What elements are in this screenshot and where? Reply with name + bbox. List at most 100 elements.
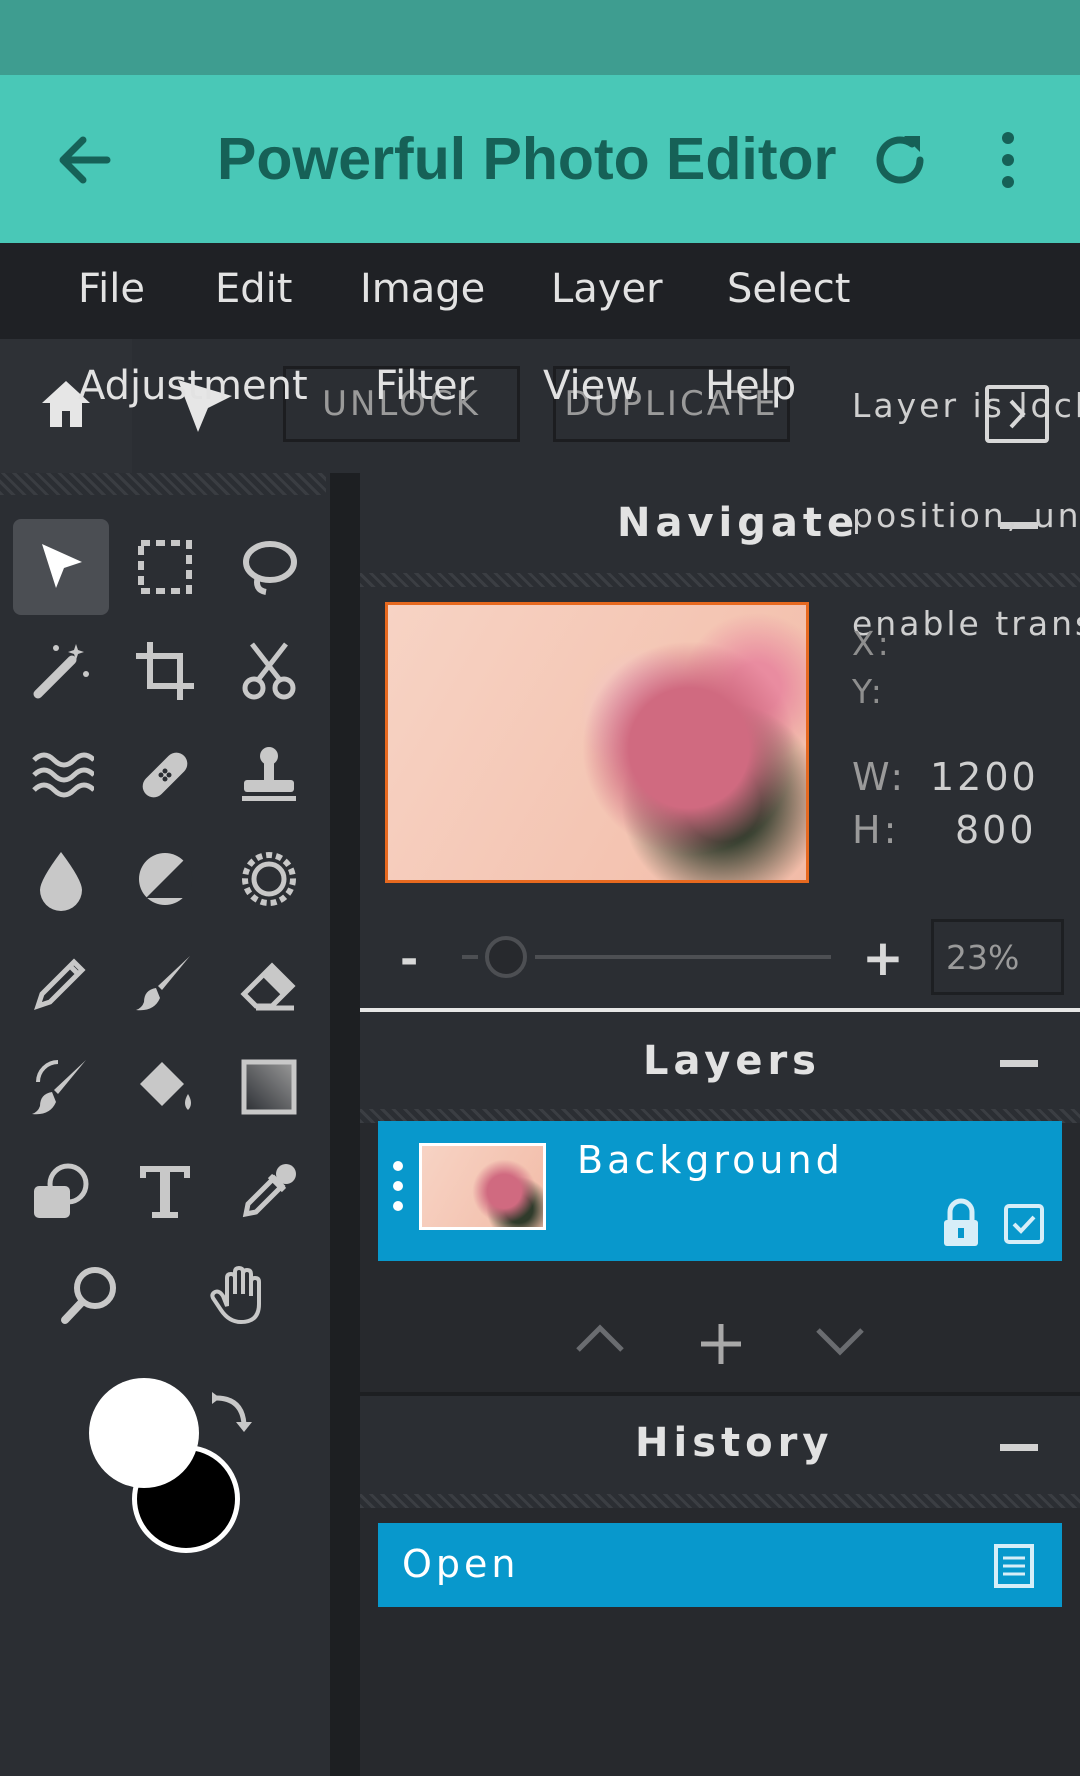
height-label: H: — [852, 808, 900, 852]
menu-adjustment[interactable]: Adjustment — [78, 363, 308, 409]
document-icon — [994, 1544, 1034, 1588]
back-button[interactable] — [45, 120, 125, 200]
zoom-value-field[interactable]: 23% — [931, 919, 1064, 995]
menu-layer[interactable]: Layer — [551, 266, 663, 312]
drag-dots-icon — [393, 1161, 403, 1211]
y-label: Y: — [852, 672, 885, 711]
magic-wand-tool[interactable] — [13, 623, 109, 719]
brush-icon — [136, 956, 190, 1011]
menu-filter[interactable]: Filter — [375, 363, 474, 409]
zoom-slider-knob[interactable] — [485, 936, 527, 978]
plus-icon — [701, 1324, 741, 1364]
dashed-rectangle-icon — [138, 540, 192, 594]
eyedropper-tool[interactable] — [221, 1143, 317, 1239]
chevron-down-icon — [816, 1328, 864, 1356]
waves-icon — [32, 752, 94, 798]
history-title: History — [635, 1420, 834, 1466]
menu-select[interactable]: Select — [727, 266, 850, 312]
layer-locked-message-line2: position, unl — [852, 496, 1080, 535]
healing-tool[interactable] — [117, 727, 213, 823]
eraser-tool[interactable] — [221, 935, 317, 1031]
layer-lock-button[interactable] — [940, 1198, 982, 1248]
tool-panel-handle — [0, 473, 326, 495]
text-tool[interactable] — [117, 1143, 213, 1239]
swap-colors-button[interactable] — [204, 1386, 256, 1438]
brush-tool[interactable] — [117, 935, 213, 1031]
more-vertical-icon — [1002, 132, 1014, 188]
magnifier-icon — [61, 1267, 116, 1324]
history-collapse-button[interactable] — [1000, 1444, 1038, 1451]
pointer-icon — [42, 544, 82, 588]
refresh-icon — [876, 136, 924, 184]
contrast-icon — [139, 853, 193, 905]
refresh-button[interactable] — [860, 120, 940, 200]
magic-wand-icon — [33, 644, 89, 699]
zoom-slider-track[interactable] — [535, 955, 831, 959]
smudge-brush-icon — [32, 1060, 86, 1115]
navigate-hatch — [360, 573, 1080, 587]
checkbox-checked-icon — [1004, 1204, 1044, 1244]
hand-icon — [210, 1265, 261, 1325]
navigator-thumbnail[interactable] — [385, 602, 809, 883]
stamp-icon — [242, 747, 296, 801]
status-bar — [0, 0, 1080, 75]
sun-icon — [242, 852, 296, 906]
layer-drag-handle[interactable] — [391, 1160, 405, 1212]
menu-view[interactable]: View — [543, 363, 638, 409]
history-hatch — [360, 1494, 1080, 1508]
smudge-tool[interactable] — [13, 1039, 109, 1135]
dodge-burn-tool[interactable] — [117, 831, 213, 927]
menu-bar — [0, 243, 1080, 339]
cut-tool[interactable] — [221, 623, 317, 719]
gradient-tool[interactable] — [221, 1039, 317, 1135]
swap-arrows-icon — [212, 1392, 252, 1432]
shapes-icon — [34, 1163, 89, 1218]
zoom-tool[interactable] — [42, 1247, 138, 1343]
blur-tool[interactable] — [13, 831, 109, 927]
lasso-icon — [243, 541, 297, 595]
pencil-tool[interactable] — [13, 935, 109, 1031]
select-tool[interactable] — [13, 519, 109, 615]
eyedropper-icon — [242, 1164, 296, 1218]
bandage-icon — [142, 752, 188, 798]
layer-thumbnail — [419, 1143, 546, 1230]
zoom-slider-left — [462, 955, 478, 959]
pencil-icon — [34, 958, 86, 1010]
move-layer-down-button[interactable] — [812, 1322, 868, 1362]
history-item-label: Open — [402, 1542, 520, 1586]
zoom-out-button[interactable]: - — [400, 934, 418, 985]
hand-tool[interactable] — [192, 1247, 288, 1343]
menu-edit[interactable]: Edit — [215, 266, 292, 312]
paint-bucket-tool[interactable] — [117, 1039, 213, 1135]
height-value: 800 — [955, 808, 1037, 852]
clone-stamp-tool[interactable] — [221, 727, 317, 823]
chevron-right-icon — [1009, 399, 1026, 429]
brightness-tool[interactable] — [221, 831, 317, 927]
expand-panel-button[interactable] — [985, 385, 1049, 443]
lock-icon — [944, 1198, 978, 1246]
history-document-icon-wrap — [993, 1543, 1035, 1589]
layers-collapse-button[interactable] — [1000, 1060, 1038, 1067]
text-icon — [140, 1166, 190, 1218]
lasso-tool[interactable] — [221, 519, 317, 615]
layers-title: Layers — [643, 1038, 821, 1084]
drop-icon — [40, 852, 82, 911]
liquify-tool[interactable] — [13, 727, 109, 823]
foreground-color-swatch[interactable] — [89, 1378, 199, 1488]
panel-divider[interactable] — [330, 473, 360, 1776]
more-options-button[interactable] — [968, 120, 1048, 200]
zoom-in-button[interactable]: + — [862, 929, 904, 987]
chevron-up-icon — [576, 1324, 624, 1352]
paint-bucket-icon — [140, 1062, 191, 1110]
crop-tool[interactable] — [117, 623, 213, 719]
layer-visibility-checkbox[interactable] — [1003, 1203, 1045, 1245]
menu-help[interactable]: Help — [705, 363, 796, 409]
move-layer-up-button[interactable] — [572, 1318, 628, 1358]
shape-tool[interactable] — [13, 1143, 109, 1239]
menu-file[interactable]: File — [78, 266, 145, 312]
marquee-tool[interactable] — [117, 519, 213, 615]
menu-image[interactable]: Image — [360, 266, 485, 312]
scissors-icon — [242, 642, 296, 700]
navigate-title: Navigate — [617, 500, 860, 546]
add-layer-button[interactable] — [697, 1320, 745, 1368]
